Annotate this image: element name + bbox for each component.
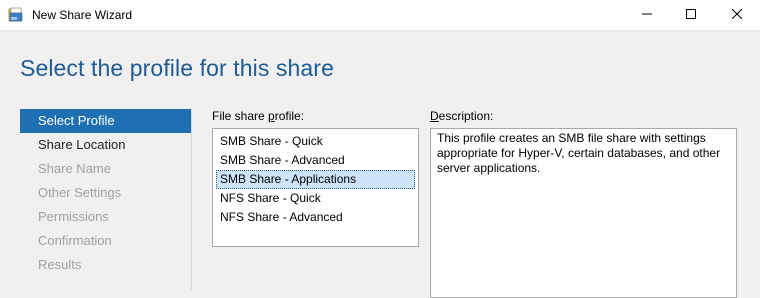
close-button[interactable] bbox=[714, 0, 760, 30]
nav-step-permissions: Permissions bbox=[38, 209, 109, 224]
profile-item-nfs-advanced[interactable]: NFS Share - Advanced bbox=[213, 208, 418, 227]
minimize-button[interactable] bbox=[624, 0, 670, 30]
maximize-button[interactable] bbox=[668, 0, 714, 30]
nav-step-results: Results bbox=[38, 257, 82, 272]
window-title: New Share Wizard bbox=[32, 8, 133, 22]
description-label-access-key: D bbox=[430, 109, 439, 123]
share-folder-icon bbox=[8, 7, 24, 23]
wizard-step-nav: Select Profile Share Location Share Name… bbox=[20, 109, 192, 290]
description-box: This profile creates an SMB file share w… bbox=[430, 128, 737, 298]
description-text: This profile creates an SMB file share w… bbox=[437, 131, 721, 175]
description-label: Description: bbox=[430, 109, 493, 123]
profile-item-smb-quick[interactable]: SMB Share - Quick bbox=[213, 132, 418, 151]
nav-step-select-profile[interactable]: Select Profile bbox=[20, 109, 191, 133]
profile-item-smb-applications[interactable]: SMB Share - Applications bbox=[216, 170, 415, 189]
nav-step-share-location[interactable]: Share Location bbox=[20, 133, 191, 157]
close-icon bbox=[731, 6, 743, 24]
profile-label-suffix: rofile: bbox=[274, 109, 305, 123]
profile-list-label: File share profile: bbox=[212, 109, 304, 123]
nav-step-confirmation: Confirmation bbox=[38, 233, 112, 248]
minimize-icon bbox=[642, 6, 652, 24]
page-title: Select the profile for this share bbox=[20, 55, 334, 81]
title-bar: New Share Wizard bbox=[0, 0, 760, 31]
maximize-icon bbox=[686, 6, 696, 24]
profile-label-access-key: p bbox=[268, 109, 275, 123]
profile-listbox[interactable]: SMB Share - Quick SMB Share - Advanced S… bbox=[212, 128, 419, 247]
profile-label-prefix: File share bbox=[212, 109, 269, 123]
profile-item-smb-advanced[interactable]: SMB Share - Advanced bbox=[213, 151, 418, 170]
nav-step-share-name: Share Name bbox=[38, 161, 111, 176]
description-label-rest: escription: bbox=[438, 109, 494, 123]
nav-step-other-settings: Other Settings bbox=[38, 185, 122, 200]
profile-item-nfs-quick[interactable]: NFS Share - Quick bbox=[213, 189, 418, 208]
